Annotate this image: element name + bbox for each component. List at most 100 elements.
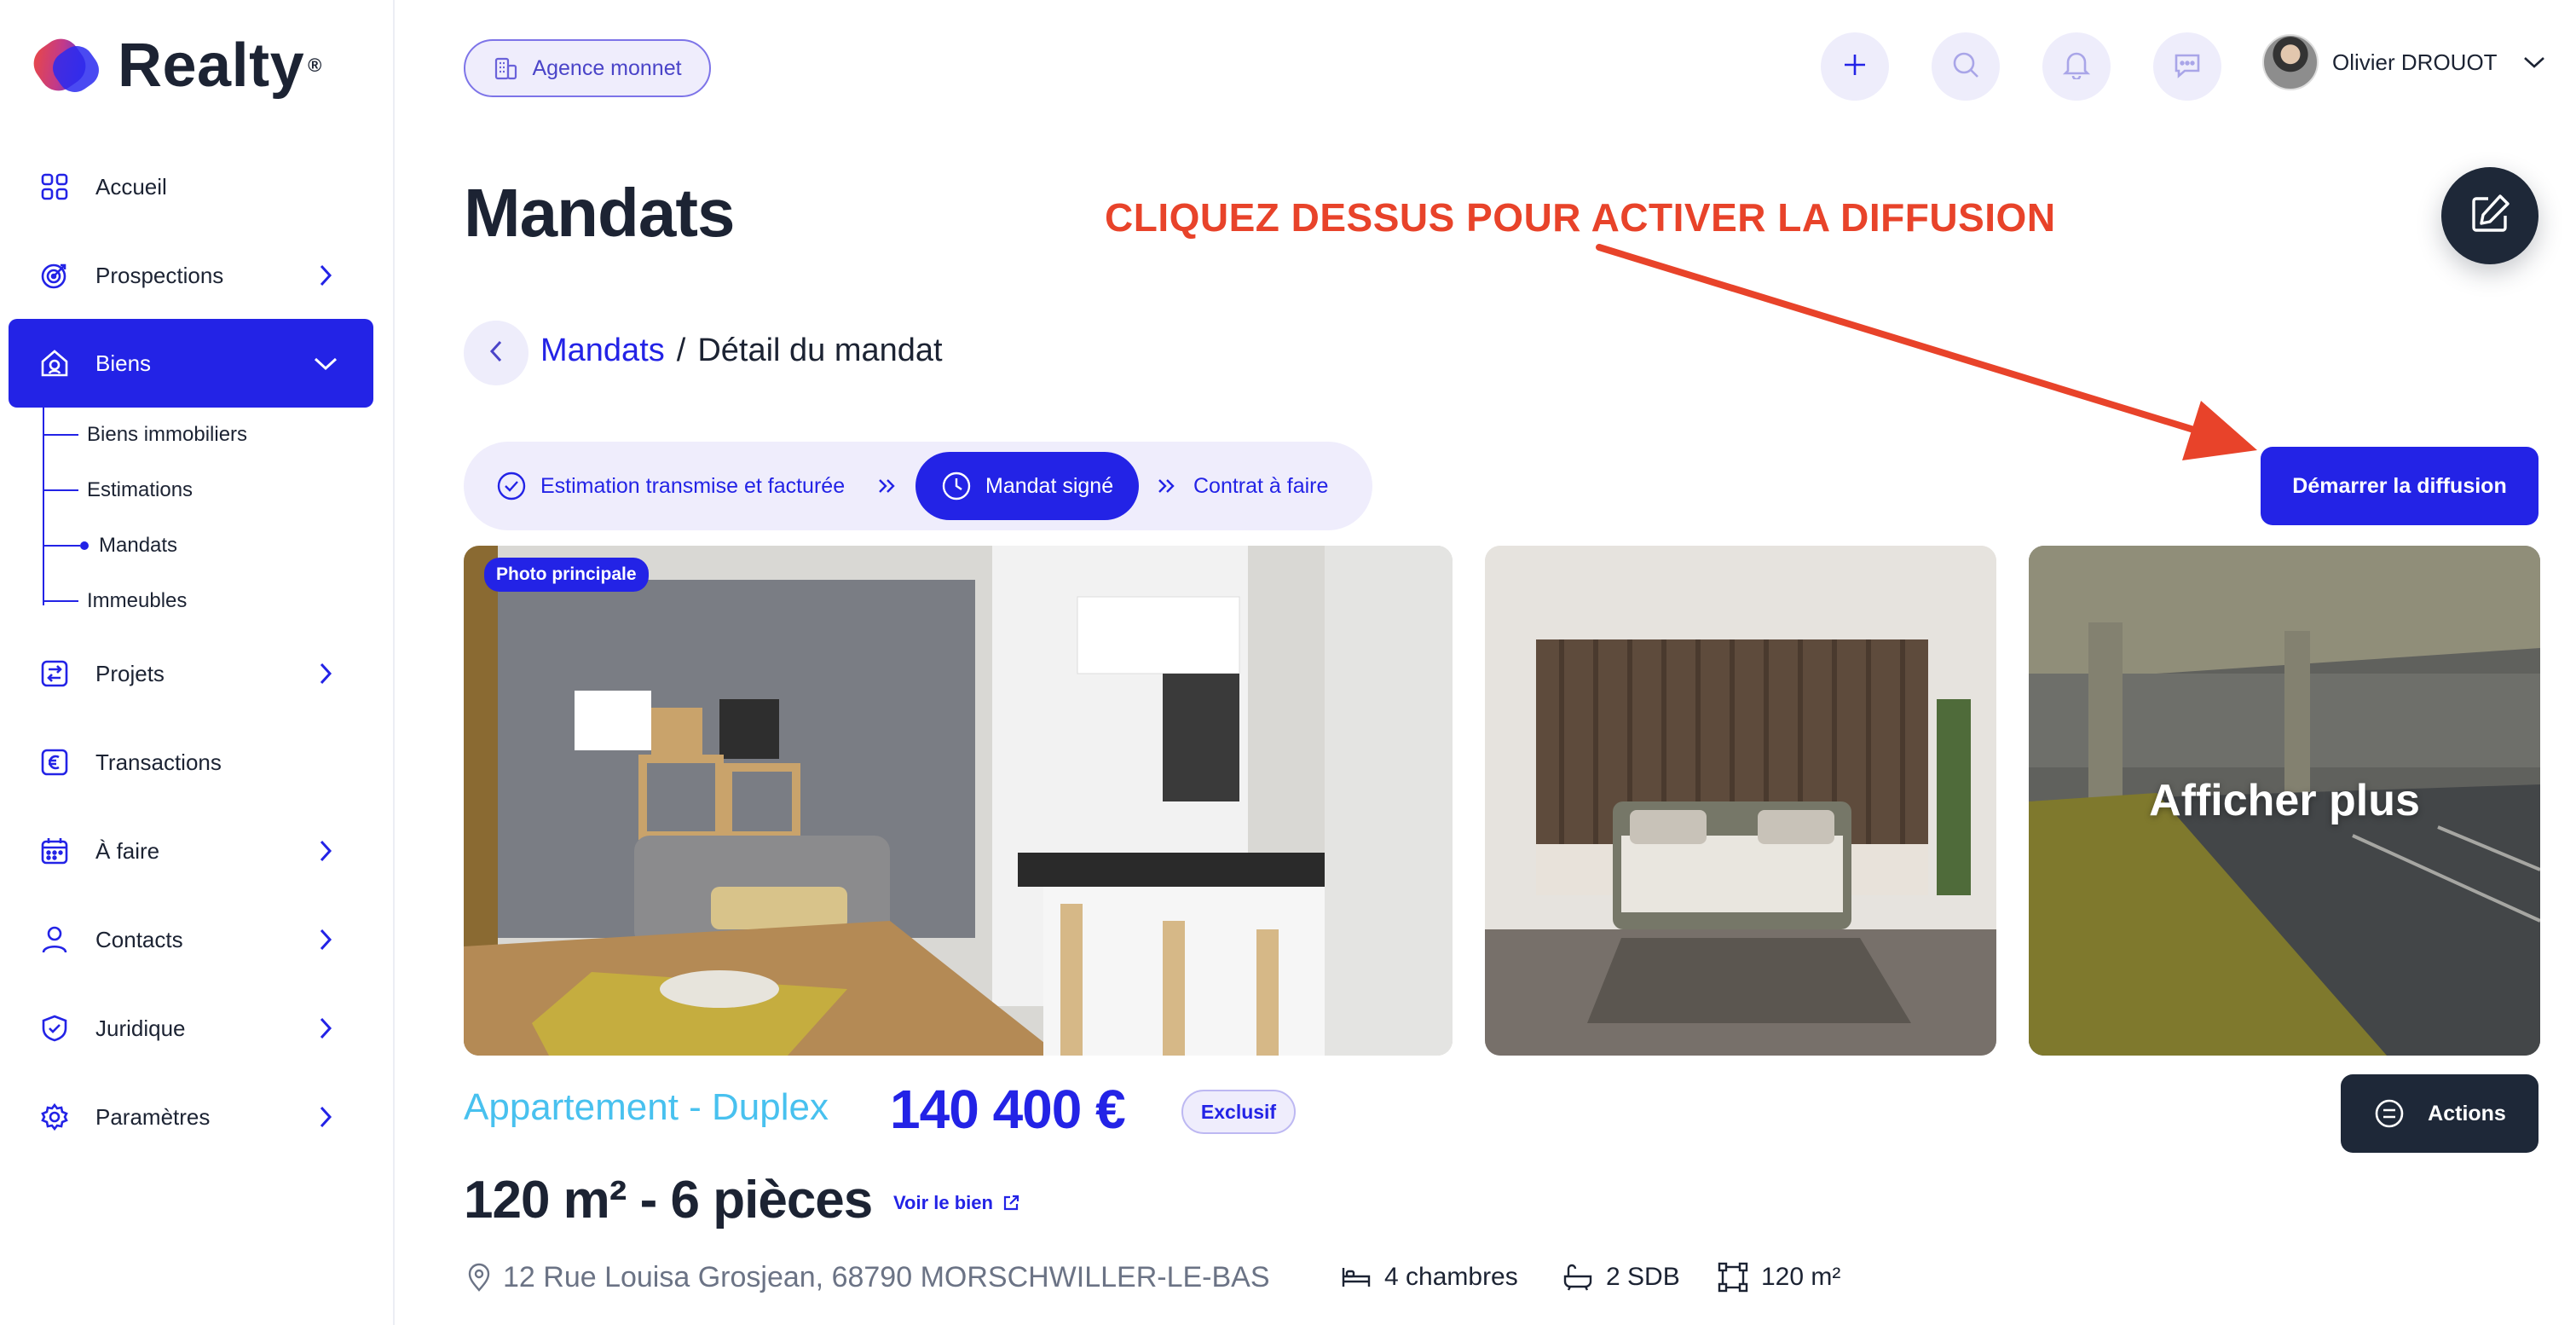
- bed-icon: [1340, 1261, 1372, 1293]
- address-text: 12 Rue Louisa Grosjean, 68790 MORSCHWILL…: [503, 1260, 1270, 1293]
- external-link-icon: [1002, 1194, 1020, 1212]
- breadcrumb-separator: /: [676, 333, 686, 368]
- breadcrumb-current: Détail du mandat: [697, 333, 943, 368]
- sidebar: Realty ® Accueil Prospections Biens Bien…: [0, 0, 395, 1325]
- bathrooms-value: 2 SDB: [1606, 1263, 1680, 1291]
- living-room-image: [464, 546, 1453, 1056]
- chevron-right-icon[interactable]: [310, 924, 341, 955]
- sidebar-item-label: Accueil: [95, 173, 167, 200]
- search-button[interactable]: [1932, 32, 2000, 101]
- sidebar-item-accueil[interactable]: Accueil: [9, 142, 373, 231]
- biens-subnav: Biens immobiliers Estimations Mandats Im…: [43, 408, 367, 617]
- chevron-right-icon[interactable]: [310, 260, 341, 291]
- chevron-right-icon[interactable]: [310, 836, 341, 866]
- avatar: [2262, 34, 2319, 90]
- grid-icon: [38, 170, 72, 204]
- location-pin-icon: [464, 1262, 494, 1293]
- main-photo[interactable]: Photo principale: [464, 546, 1453, 1056]
- sidebar-item-label: Transactions: [95, 749, 222, 775]
- feature-bedrooms: 4 chambres: [1340, 1257, 1518, 1298]
- annotation-text: CLIQUEZ DESSUS POUR ACTIVER LA DIFFUSION: [1105, 195, 2056, 240]
- check-circle-icon: [496, 471, 527, 501]
- bell-icon: [2062, 50, 2091, 84]
- property-type: Appartement - Duplex: [464, 1086, 829, 1128]
- parking-photo[interactable]: Afficher plus: [2029, 546, 2540, 1056]
- breadcrumb: Mandats / Détail du mandat: [540, 333, 943, 369]
- chevron-right-icon[interactable]: [310, 1102, 341, 1132]
- agency-selector-button[interactable]: Agence monnet: [464, 39, 711, 97]
- sidebar-item-biens[interactable]: Biens: [9, 319, 373, 408]
- edit-fab-button[interactable]: [2441, 167, 2538, 264]
- bathtub-icon: [1562, 1261, 1594, 1293]
- tree-branch: [43, 600, 78, 602]
- brand-logo[interactable]: Realty ®: [31, 29, 321, 102]
- chevron-left-icon: [488, 339, 504, 367]
- building-icon: [493, 55, 518, 81]
- sidebar-item-parametres[interactable]: Paramètres: [9, 1073, 373, 1161]
- actions-button[interactable]: Actions: [2341, 1074, 2538, 1153]
- status-stepper: Estimation transmise et facturée Mandat …: [464, 442, 1372, 530]
- chevron-right-icon[interactable]: [310, 658, 341, 689]
- user-menu[interactable]: Olivier DROUOT: [2262, 34, 2549, 90]
- subnav-label: Immeubles: [87, 589, 188, 612]
- transfer-icon: [38, 657, 72, 691]
- chevron-right-icon[interactable]: [310, 1013, 341, 1044]
- step-label: Estimation transmise et facturée: [540, 473, 846, 498]
- sidebar-item-label: Biens: [95, 350, 152, 376]
- subnav-item-biens-immobiliers[interactable]: Biens immobiliers: [43, 418, 247, 452]
- see-property-link[interactable]: Voir le bien: [893, 1192, 1020, 1214]
- sidebar-item-transactions[interactable]: Transactions: [9, 718, 373, 807]
- add-button[interactable]: [1821, 32, 1889, 101]
- step-estimation[interactable]: Estimation transmise et facturée: [496, 452, 845, 520]
- sidebar-item-label: Contacts: [95, 926, 183, 952]
- active-dot: [80, 541, 89, 550]
- exclusive-badge: Exclusif: [1181, 1090, 1296, 1134]
- sidebar-item-prospections[interactable]: Prospections: [9, 231, 373, 320]
- bedroom-image: [1485, 546, 1996, 1056]
- calendar-icon: [38, 834, 72, 868]
- feature-bathrooms: 2 SDB: [1562, 1257, 1680, 1298]
- area-value: 120 m²: [1761, 1263, 1841, 1291]
- see-property-label: Voir le bien: [893, 1192, 993, 1213]
- subnav-item-mandats[interactable]: Mandats: [43, 529, 177, 563]
- property-price: 140 400 €: [890, 1079, 1126, 1140]
- show-more-overlay[interactable]: Afficher plus: [2029, 546, 2540, 1056]
- page-title: Mandats: [464, 175, 735, 251]
- messages-button[interactable]: [2153, 32, 2221, 101]
- subnav-label: Mandats: [99, 534, 178, 557]
- step-mandat-signe[interactable]: Mandat signé: [915, 452, 1140, 520]
- agency-name: Agence monnet: [532, 55, 682, 80]
- main-photo-badge: Photo principale: [484, 558, 649, 592]
- step-contrat-a-faire[interactable]: Contrat à faire: [1193, 452, 1328, 520]
- double-chevron-icon: [876, 474, 902, 498]
- plus-icon: [1842, 52, 1868, 82]
- gear-icon: [38, 1100, 72, 1134]
- tree-branch: [43, 489, 78, 491]
- notifications-button[interactable]: [2042, 32, 2111, 101]
- subnav-label: Estimations: [87, 478, 193, 501]
- sidebar-item-juridique[interactable]: Juridique: [9, 984, 373, 1073]
- bedroom-photo[interactable]: [1485, 546, 1996, 1056]
- sidebar-item-contacts[interactable]: Contacts: [9, 895, 373, 984]
- logo-icon: [31, 29, 104, 102]
- sidebar-item-projets[interactable]: Projets: [9, 629, 373, 718]
- area-icon: [1717, 1261, 1749, 1293]
- bedrooms-value: 4 chambres: [1384, 1263, 1518, 1291]
- edit-icon: [2468, 192, 2512, 240]
- sidebar-item-a-faire[interactable]: À faire: [9, 807, 373, 895]
- target-icon: [38, 258, 72, 292]
- start-diffusion-button[interactable]: Démarrer la diffusion: [2261, 447, 2538, 525]
- step-label: Mandat signé: [985, 473, 1114, 498]
- house-icon: [38, 346, 72, 380]
- step-label: Contrat à faire: [1193, 473, 1329, 498]
- back-button[interactable]: [464, 321, 528, 385]
- subnav-item-immeubles[interactable]: Immeubles: [43, 584, 187, 618]
- sidebar-item-label: Paramètres: [95, 1103, 211, 1130]
- chevron-down-icon[interactable]: [310, 348, 341, 379]
- chevron-down-icon[interactable]: [2520, 48, 2549, 77]
- breadcrumb-link-mandats[interactable]: Mandats: [540, 333, 665, 369]
- tree-branch: [43, 434, 78, 436]
- subnav-item-estimations[interactable]: Estimations: [43, 473, 193, 507]
- user-name: Olivier DROUOT: [2332, 49, 2498, 75]
- sidebar-item-label: Projets: [95, 660, 165, 686]
